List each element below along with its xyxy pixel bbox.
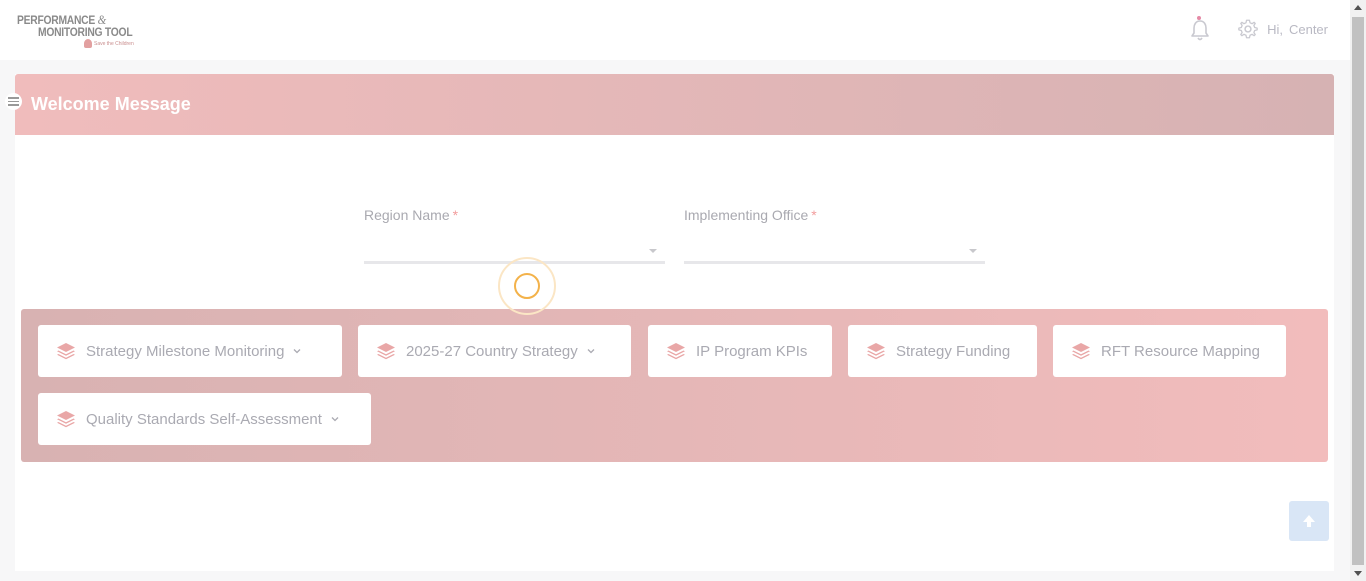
- app-logo[interactable]: PERFORMANCE & MONITORING TOOL Save the C…: [16, 11, 140, 51]
- arrow-up-icon: [1303, 515, 1315, 527]
- layers-icon: [867, 343, 885, 360]
- greeting: Hi,: [1267, 21, 1283, 37]
- user-name: Center: [1288, 21, 1328, 37]
- layers-icon: [57, 343, 75, 360]
- module-quality-standards-self-assessment[interactable]: Quality Standards Self-Assessment: [38, 393, 371, 445]
- header-actions: Hi, Center: [1189, 14, 1328, 44]
- welcome-banner: Welcome Message: [15, 74, 1334, 135]
- required-mark: *: [452, 207, 459, 223]
- region-field: Region Name *: [364, 207, 665, 264]
- office-select[interactable]: [684, 245, 985, 264]
- module-label: RFT Resource Mapping: [1101, 342, 1260, 360]
- chevron-down-icon: [969, 249, 977, 253]
- region-label: Region Name: [364, 207, 450, 223]
- module-label: IP Program KPIs: [696, 342, 808, 360]
- chevron-down-icon: [293, 349, 301, 354]
- sidebar-toggle[interactable]: [5, 93, 22, 110]
- layers-icon: [667, 343, 685, 360]
- org-name: Save the Children: [94, 40, 134, 47]
- layers-icon: [1072, 343, 1090, 360]
- module-label: 2025-27 Country Strategy: [406, 342, 578, 360]
- welcome-title: Welcome Message: [31, 94, 191, 114]
- top-header: PERFORMANCE & MONITORING TOOL Save the C…: [0, 0, 1350, 60]
- hamburger-icon: [8, 97, 19, 99]
- user-menu[interactable]: Hi, Center: [1267, 22, 1328, 37]
- modules-panel: Strategy Milestone Monitoring 2025-27 Co…: [21, 309, 1328, 462]
- scroll-to-top-button[interactable]: [1289, 501, 1329, 541]
- bell-icon[interactable]: [1189, 16, 1211, 42]
- module-label: Strategy Funding: [896, 342, 1011, 360]
- module-rft-resource-mapping[interactable]: RFT Resource Mapping: [1053, 325, 1286, 377]
- layers-icon: [57, 411, 75, 428]
- module-strategy-milestone-monitoring[interactable]: Strategy Milestone Monitoring: [38, 325, 342, 377]
- chevron-down-icon: [649, 249, 657, 253]
- dashboard-card: Welcome Message Region Name * Implementin…: [15, 74, 1334, 571]
- org-logo-icon: [84, 39, 92, 48]
- scroll-up-arrow[interactable]: [1354, 5, 1362, 10]
- module-label: Strategy Milestone Monitoring: [86, 342, 285, 360]
- office-field: Implementing Office *: [684, 207, 985, 264]
- layers-icon: [377, 343, 395, 360]
- office-label: Implementing Office: [684, 207, 809, 223]
- module-country-strategy[interactable]: 2025-27 Country Strategy: [358, 325, 631, 377]
- module-strategy-funding[interactable]: Strategy Funding: [848, 325, 1037, 377]
- required-mark: *: [811, 207, 817, 223]
- module-ip-program-kpis[interactable]: IP Program KPIs: [648, 325, 832, 377]
- chevron-down-icon: [587, 349, 595, 354]
- scrollbar-thumb[interactable]: [1352, 17, 1364, 565]
- scroll-down-arrow[interactable]: [1354, 571, 1362, 576]
- module-label: Quality Standards Self-Assessment: [86, 410, 322, 428]
- org-logo: Save the Children: [84, 39, 134, 48]
- chevron-down-icon: [331, 417, 339, 422]
- page-scrollbar[interactable]: [1350, 0, 1366, 581]
- loading-spinner: [498, 257, 556, 315]
- logo-line2: MONITORING TOOL: [38, 25, 133, 39]
- gear-icon[interactable]: [1237, 18, 1259, 40]
- spinner-ring: [514, 273, 540, 299]
